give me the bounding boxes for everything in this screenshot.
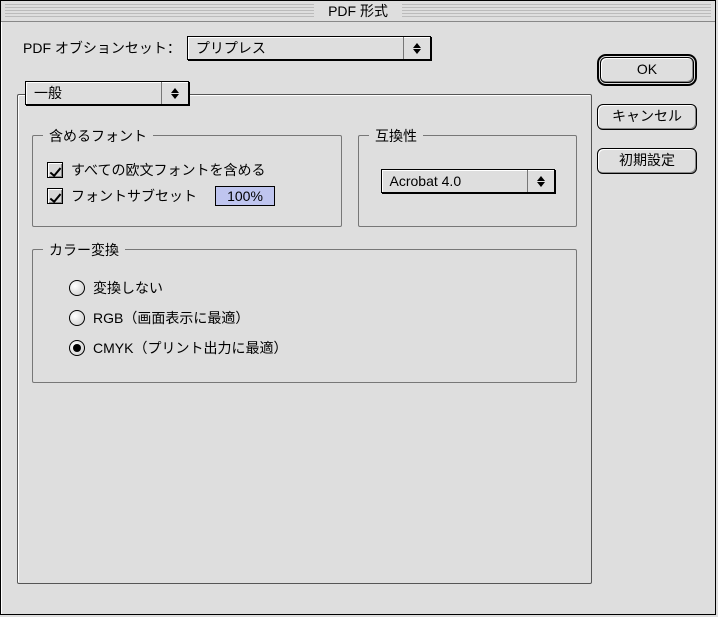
dialog-buttons: OK キャンセル 初期設定 — [597, 54, 697, 174]
font-subset-label: フォントサブセット — [71, 186, 197, 206]
titlebar-stripes-left — [5, 4, 314, 18]
color-label-none: 変換しない — [93, 278, 163, 298]
compat-popup[interactable]: Acrobat 4.0 — [381, 169, 555, 193]
color-legend: カラー変換 — [43, 240, 125, 260]
color-option-rgb[interactable]: RGB（画面表示に最適） — [69, 308, 562, 328]
compat-group: 互換性 Acrobat 4.0 — [358, 135, 577, 227]
include-all-fonts-label: すべての欧文フォントを含める — [71, 160, 265, 180]
option-set-label: PDF オブションセット： — [23, 38, 181, 58]
pdf-format-dialog: PDF 形式 PDF オブションセット： プリプレス 一般 — [0, 0, 716, 615]
option-set-popup[interactable]: プリプレス — [187, 36, 431, 60]
titlebar-stripes-right — [402, 4, 711, 18]
color-conversion-group: カラー変換 変換しない RGB（画面表示に最適） CMYK（プリント出力に最適） — [32, 249, 577, 383]
color-option-none[interactable]: 変換しない — [69, 278, 562, 298]
tab-selector-value: 一般 — [34, 83, 155, 103]
titlebar: PDF 形式 — [1, 1, 715, 22]
fonts-group: 含めるフォント すべての欧文フォントを含める フォントサブセット 100% — [32, 135, 342, 227]
updown-arrows-icon — [403, 37, 426, 59]
compat-value: Acrobat 4.0 — [390, 173, 521, 189]
font-subset-value-field[interactable]: 100% — [215, 186, 275, 206]
include-all-fonts-row[interactable]: すべての欧文フォントを含める — [47, 160, 327, 180]
defaults-button[interactable]: 初期設定 — [597, 148, 697, 174]
color-label-rgb: RGB（画面表示に最適） — [93, 308, 249, 328]
top-group-row: 含めるフォント すべての欧文フォントを含める フォントサブセット 100% 互換… — [32, 121, 577, 227]
option-set-value: プリプレス — [196, 38, 397, 58]
color-option-cmyk[interactable]: CMYK（プリント出力に最適） — [69, 338, 562, 358]
include-all-fonts-checkbox[interactable] — [47, 162, 63, 178]
color-radio-rgb[interactable] — [69, 310, 85, 326]
font-subset-row[interactable]: フォントサブセット 100% — [47, 186, 327, 206]
tab-selector-popup[interactable]: 一般 — [25, 81, 189, 105]
color-radio-none[interactable] — [69, 280, 85, 296]
font-subset-checkbox[interactable] — [47, 188, 63, 204]
color-label-cmyk: CMYK（プリント出力に最適） — [93, 338, 287, 358]
window-title: PDF 形式 — [318, 1, 398, 21]
updown-arrows-icon — [161, 82, 184, 104]
ok-button[interactable]: OK — [600, 57, 694, 83]
cancel-button[interactable]: キャンセル — [597, 104, 697, 130]
general-tab-panel: 含めるフォント すべての欧文フォントを含める フォントサブセット 100% 互換… — [17, 94, 592, 584]
updown-arrows-icon — [527, 170, 550, 192]
dialog-content: PDF オブションセット： プリプレス 一般 含めるフォント — [1, 22, 715, 615]
compat-legend: 互換性 — [369, 126, 423, 146]
color-radio-cmyk[interactable] — [69, 340, 85, 356]
fonts-legend: 含めるフォント — [43, 126, 153, 146]
